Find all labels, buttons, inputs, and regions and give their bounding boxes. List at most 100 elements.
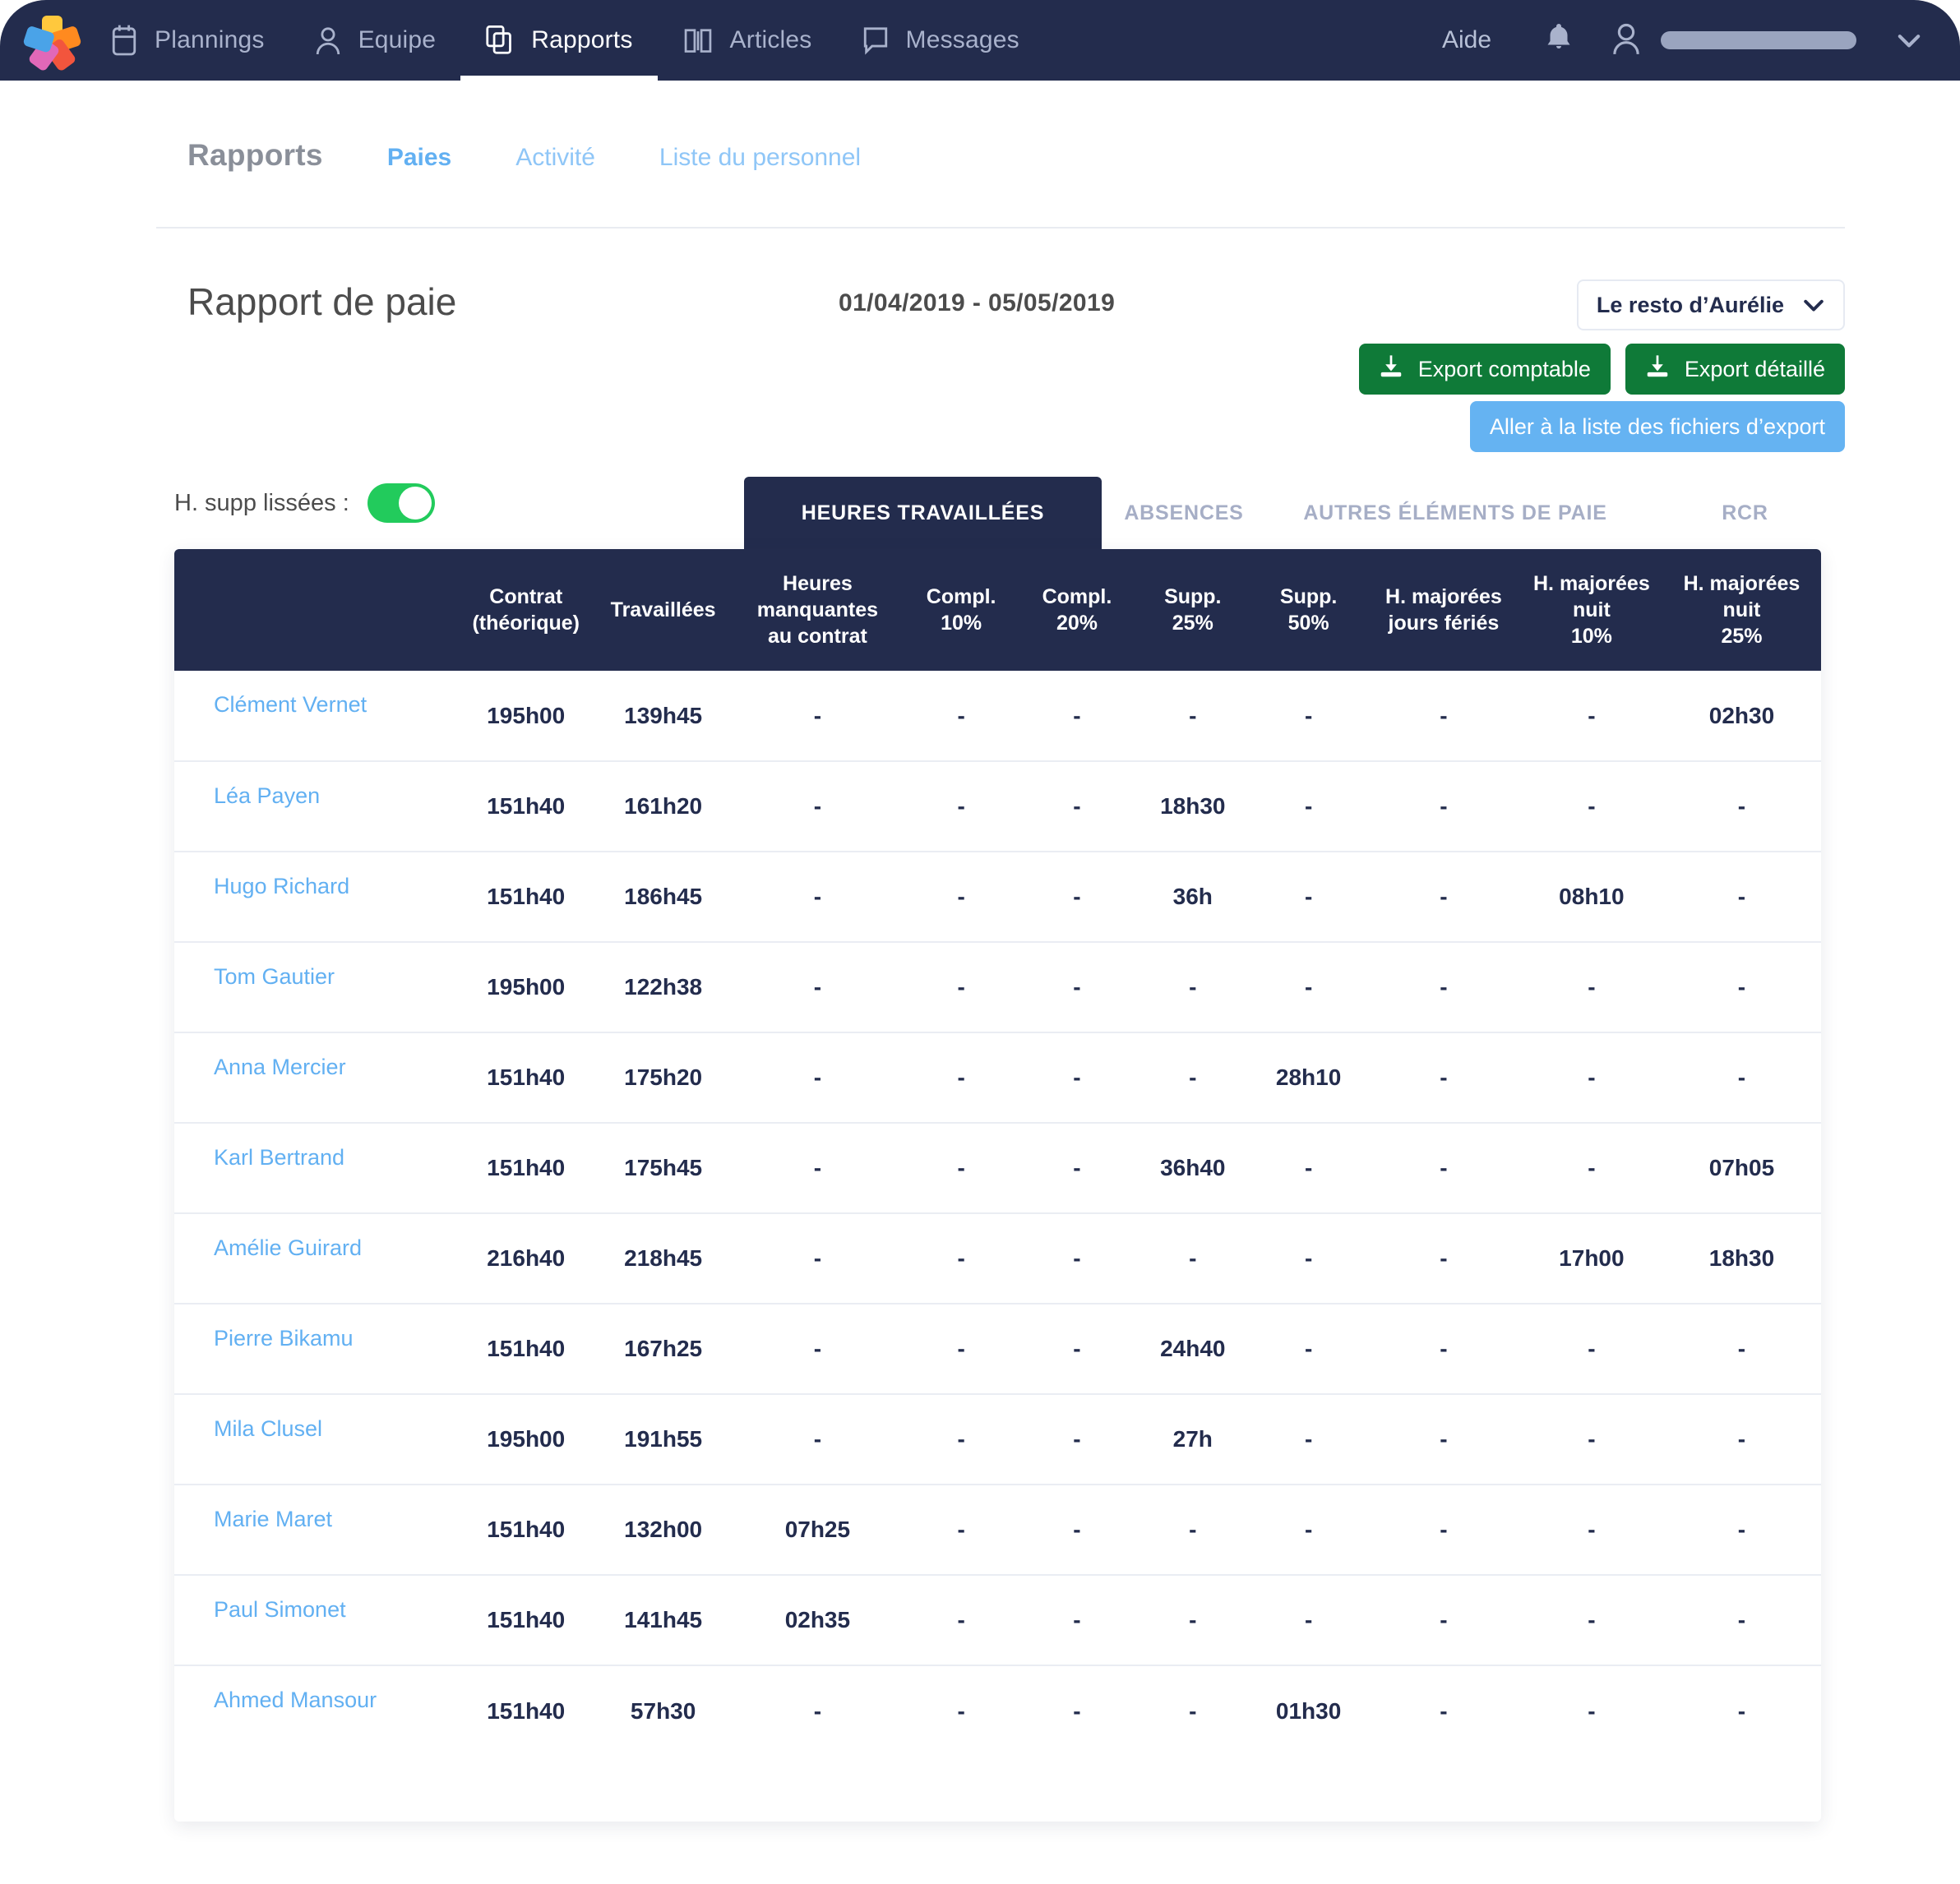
table-cell: 195h00: [487, 702, 566, 728]
table-cell: -: [1440, 702, 1448, 728]
payroll-table-head: Contrat (théorique) Travaillées Heures man…: [174, 549, 1821, 671]
table-cell: -: [1588, 1064, 1596, 1090]
nav-item-plannings[interactable]: Plannings: [86, 0, 289, 81]
export-detaille-button[interactable]: Export détaillé: [1625, 344, 1845, 395]
table-cell: -: [1588, 974, 1596, 1000]
table-cell: 02h30: [1708, 702, 1775, 728]
employee-name-link[interactable]: Marie Maret: [174, 1485, 457, 1575]
table-cell: -: [1073, 1426, 1081, 1452]
table-cell: -: [813, 1155, 822, 1180]
smoothed-overtime-label: H. supp lissées :: [174, 489, 349, 516]
table-cell: 151h40: [487, 1607, 566, 1632]
nav-item-rapports[interactable]: Rapports: [460, 0, 658, 81]
table-cell: 161h20: [624, 793, 703, 819]
table-cell: -: [1588, 702, 1596, 728]
table-cell: 01h30: [1275, 1697, 1342, 1724]
help-link[interactable]: Aide: [1414, 26, 1519, 54]
col-header-heures-manquantes: Heures manquantes au contrat: [732, 549, 904, 671]
payroll-table-body: Clément Vernet 195h00 139h45 - - - - - - - 02h30 Lé…: [174, 671, 1821, 1756]
employee-name-link[interactable]: Karl Bertrand: [174, 1123, 457, 1213]
app-logo[interactable]: [0, 0, 86, 81]
table-cell: -: [1440, 974, 1448, 1000]
employee-name-link[interactable]: Tom Gautier: [174, 942, 457, 1032]
table-cell: -: [1737, 1336, 1746, 1361]
table-row: Anna Mercier 151h40 175h20 - - - - 28h10 - - -: [174, 1032, 1821, 1123]
table-cell: 151h40: [487, 793, 566, 819]
table-cell: 151h40: [487, 1697, 566, 1724]
subnav-item-liste-du-personnel[interactable]: Liste du personnel: [659, 144, 861, 172]
table-cell: -: [1737, 884, 1746, 909]
employee-name-link[interactable]: Clément Vernet: [174, 671, 457, 761]
table-cell: -: [813, 1245, 822, 1271]
table-cell: -: [957, 884, 965, 909]
table-cell: -: [1440, 1607, 1448, 1632]
chevron-down-icon: [1896, 32, 1922, 48]
col-header-supp-25: Supp. 25%: [1135, 549, 1251, 671]
employee-name-link[interactable]: Mila Clusel: [174, 1394, 457, 1485]
table-cell: -: [1440, 1336, 1448, 1361]
table-cell: -: [1073, 974, 1081, 1000]
table-cell: 139h45: [624, 702, 703, 728]
account-menu[interactable]: [1598, 21, 1922, 61]
table-cell: -: [1440, 884, 1448, 909]
nav-item-articles[interactable]: Articles: [658, 0, 837, 81]
table-cell: -: [1073, 1336, 1081, 1361]
table-cell: 218h45: [624, 1245, 703, 1271]
tab-absences[interactable]: ABSENCES: [1102, 477, 1266, 549]
user-avatar-icon: [1610, 21, 1643, 61]
table-cell: 36h: [1172, 884, 1213, 909]
notifications-button[interactable]: [1519, 22, 1598, 59]
tab-heures-travaillees[interactable]: HEURES TRAVAILLÉES: [744, 477, 1102, 549]
subnav-item-paies[interactable]: Paies: [387, 144, 451, 172]
table-cell: -: [1588, 1607, 1596, 1632]
employee-name-link[interactable]: Ahmed Mansour: [174, 1665, 457, 1756]
shop-select[interactable]: Le resto d’Aurélie: [1576, 279, 1845, 330]
employee-name-link[interactable]: Hugo Richard: [174, 852, 457, 942]
table-cell: -: [1440, 1517, 1448, 1542]
table-cell: -: [813, 702, 822, 728]
bell-icon: [1544, 22, 1574, 59]
table-cell: -: [1440, 1697, 1448, 1724]
table-cell: 175h45: [624, 1155, 703, 1180]
table-cell: 132h00: [624, 1517, 703, 1542]
table-cell: 07h05: [1708, 1155, 1775, 1180]
nav-item-rapports-label: Rapports: [531, 26, 633, 53]
table-cell: 167h25: [624, 1336, 703, 1361]
table-cell: -: [1440, 1245, 1448, 1271]
table-cell: -: [1737, 1064, 1746, 1090]
subnav-item-activite[interactable]: Activité: [515, 144, 595, 172]
table-cell: -: [1073, 1607, 1081, 1632]
table-cell: 151h40: [487, 884, 566, 909]
table-cell: -: [957, 1155, 965, 1180]
smoothed-overtime-toggle[interactable]: [367, 483, 435, 523]
table-cell: 122h38: [624, 974, 703, 1000]
nav-right-cluster: Aide: [1414, 0, 1960, 81]
nav-item-equipe[interactable]: Equipe: [289, 0, 461, 81]
table-cell: 151h40: [487, 1517, 566, 1542]
employee-name-link[interactable]: Amélie Guirard: [174, 1213, 457, 1304]
go-to-export-files-button[interactable]: Aller à la liste des fichiers d’export: [1469, 401, 1845, 452]
employee-name-link[interactable]: Pierre Bikamu: [174, 1304, 457, 1394]
table-cell: -: [1440, 1426, 1448, 1452]
tab-autres-elements-de-paie[interactable]: AUTRES ÉLÉMENTS DE PAIE: [1266, 477, 1644, 549]
table-cell: -: [813, 974, 822, 1000]
payroll-table: Contrat (théorique) Travaillées Heures man…: [174, 549, 1821, 1756]
table-cell: -: [1737, 1426, 1746, 1452]
employee-name-link[interactable]: Paul Simonet: [174, 1575, 457, 1665]
tab-rcr[interactable]: RCR: [1644, 477, 1846, 549]
table-cell: 175h20: [624, 1064, 703, 1090]
table-cell: -: [813, 793, 822, 819]
table-row: Marie Maret 151h40 132h00 07h25 - - - - - - -: [174, 1485, 1821, 1575]
table-cell: -: [957, 1517, 965, 1542]
nav-item-articles-label: Articles: [729, 26, 812, 53]
employee-name-link[interactable]: Anna Mercier: [174, 1032, 457, 1123]
table-cell: -: [1440, 1155, 1448, 1180]
employee-name-link[interactable]: Léa Payen: [174, 761, 457, 852]
nav-item-messages[interactable]: Messages: [837, 0, 1044, 81]
chevron-down-icon: [1802, 293, 1825, 318]
table-cell: -: [1189, 1607, 1197, 1632]
table-cell: 02h35: [784, 1607, 851, 1632]
table-cell: -: [1304, 1607, 1313, 1632]
table-cell: -: [1189, 1697, 1197, 1724]
export-comptable-button[interactable]: Export comptable: [1358, 344, 1611, 395]
